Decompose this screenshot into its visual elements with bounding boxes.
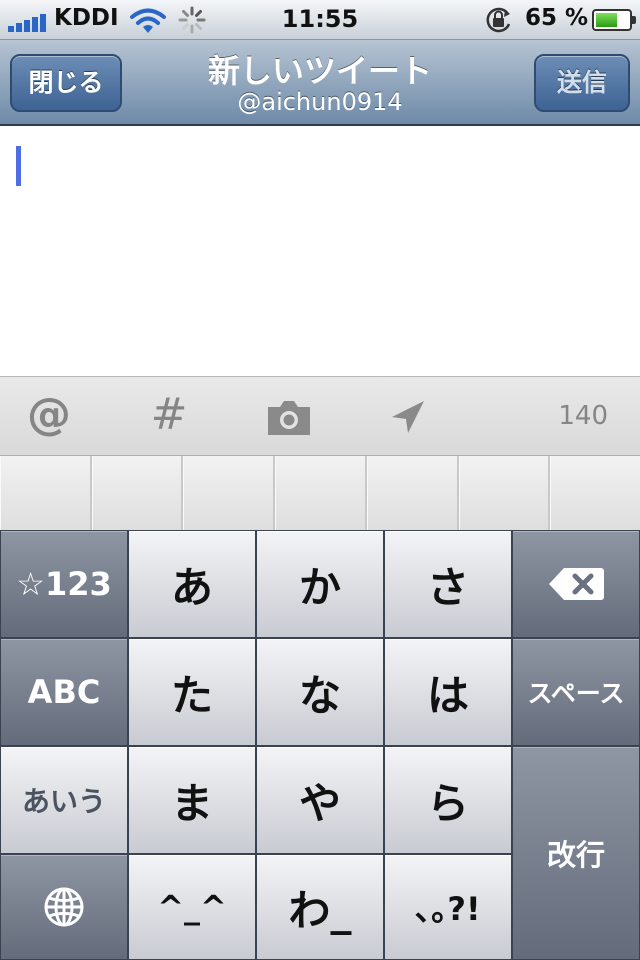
- location-arrow-icon[interactable]: [384, 393, 434, 441]
- candidate-slot[interactable]: [275, 456, 367, 530]
- key-label: 改行: [546, 838, 605, 872]
- key-ta[interactable]: た: [128, 638, 256, 746]
- key-ya[interactable]: や: [256, 746, 384, 854]
- text-cursor: [16, 146, 21, 186]
- key-ka[interactable]: か: [256, 530, 384, 638]
- close-button[interactable]: 閉じる: [10, 54, 122, 112]
- delete-icon: [549, 568, 604, 600]
- globe-icon: [44, 887, 84, 927]
- key-label: ☆123: [16, 565, 112, 603]
- compose-toolbar: @ # 140: [0, 376, 640, 456]
- battery-icon: [592, 9, 636, 31]
- numbers-mode-key[interactable]: ☆123: [0, 530, 128, 638]
- mention-button[interactable]: @: [24, 393, 74, 441]
- page-title: 新しいツイート: [207, 52, 432, 90]
- send-button[interactable]: 送信: [534, 54, 630, 112]
- candidate-bar: [0, 456, 640, 530]
- key-sa[interactable]: さ: [384, 530, 512, 638]
- key-label: ､｡?!: [415, 890, 481, 928]
- delete-key[interactable]: [512, 530, 640, 638]
- account-handle: @aichun0914: [237, 88, 403, 116]
- emoticon-key[interactable]: ^_^: [128, 854, 256, 960]
- key-label: ^_^: [157, 888, 227, 926]
- space-key[interactable]: スペース: [512, 638, 640, 746]
- punctuation-key[interactable]: ､｡?!: [384, 854, 512, 960]
- abc-mode-key[interactable]: ABC: [0, 638, 128, 746]
- japanese-keyboard: ☆123 あ か さ ABC た な は スペース あいう ま や ら 改行 ^…: [0, 530, 640, 960]
- key-label: スペース: [527, 679, 625, 708]
- key-ma[interactable]: ま: [128, 746, 256, 854]
- status-bar: KDDI 11:55 65 %: [0, 0, 640, 40]
- globe-key[interactable]: [0, 854, 128, 960]
- navigation-bar: 閉じる 新しいツイート @aichun0914 送信: [0, 40, 640, 126]
- return-key[interactable]: 改行: [512, 746, 640, 960]
- camera-icon[interactable]: [264, 393, 314, 441]
- candidate-slot[interactable]: [458, 456, 551, 530]
- rotation-lock-icon: [486, 7, 511, 33]
- key-label: あいう: [21, 785, 106, 818]
- tweet-text-area[interactable]: [0, 128, 640, 376]
- battery-percent: 65 %: [524, 5, 588, 31]
- candidate-slot[interactable]: [0, 456, 92, 530]
- character-counter: 140: [558, 401, 608, 431]
- battery-level: [596, 13, 617, 27]
- key-a[interactable]: あ: [128, 530, 256, 638]
- key-wa[interactable]: わ_: [256, 854, 384, 960]
- kana-mode-key[interactable]: あいう: [0, 746, 128, 854]
- candidate-slot[interactable]: [91, 456, 184, 530]
- key-label: ABC: [27, 673, 101, 711]
- key-na[interactable]: な: [256, 638, 384, 746]
- candidate-slot[interactable]: [183, 456, 276, 530]
- candidate-slot[interactable]: [366, 456, 459, 530]
- key-ha[interactable]: は: [384, 638, 512, 746]
- hashtag-button[interactable]: #: [144, 393, 194, 441]
- key-ra[interactable]: ら: [384, 746, 512, 854]
- candidate-slot[interactable]: [550, 456, 640, 530]
